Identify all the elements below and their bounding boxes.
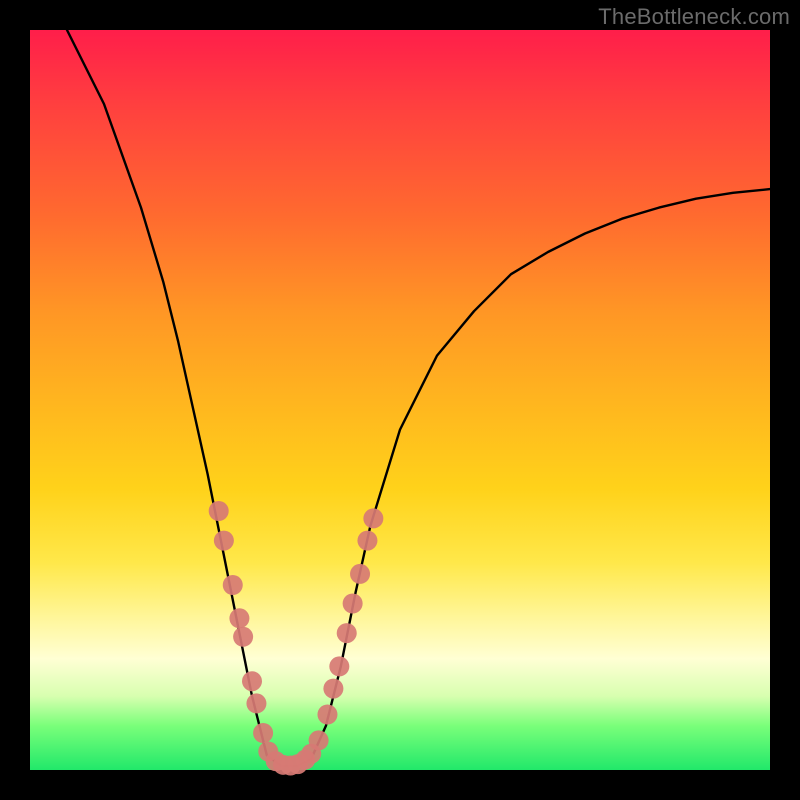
marker-point [323,679,343,699]
marker-point [343,594,363,614]
marker-point [350,564,370,584]
plot-area [30,30,770,770]
marker-point [242,671,262,691]
curve-layer [30,30,770,770]
marker-point [317,705,337,725]
marker-point [337,623,357,643]
marker-point [246,693,266,713]
marker-point [309,730,329,750]
marker-point [209,501,229,521]
bottleneck-curve [67,30,770,766]
marker-point [229,608,249,628]
watermark-text: TheBottleneck.com [598,4,790,30]
marker-point [329,656,349,676]
marker-point [363,508,383,528]
marker-point [253,723,273,743]
marker-point [223,575,243,595]
chart-frame: TheBottleneck.com [0,0,800,800]
marker-point [214,531,234,551]
highlighted-points [209,501,384,776]
marker-point [357,531,377,551]
marker-point [233,627,253,647]
